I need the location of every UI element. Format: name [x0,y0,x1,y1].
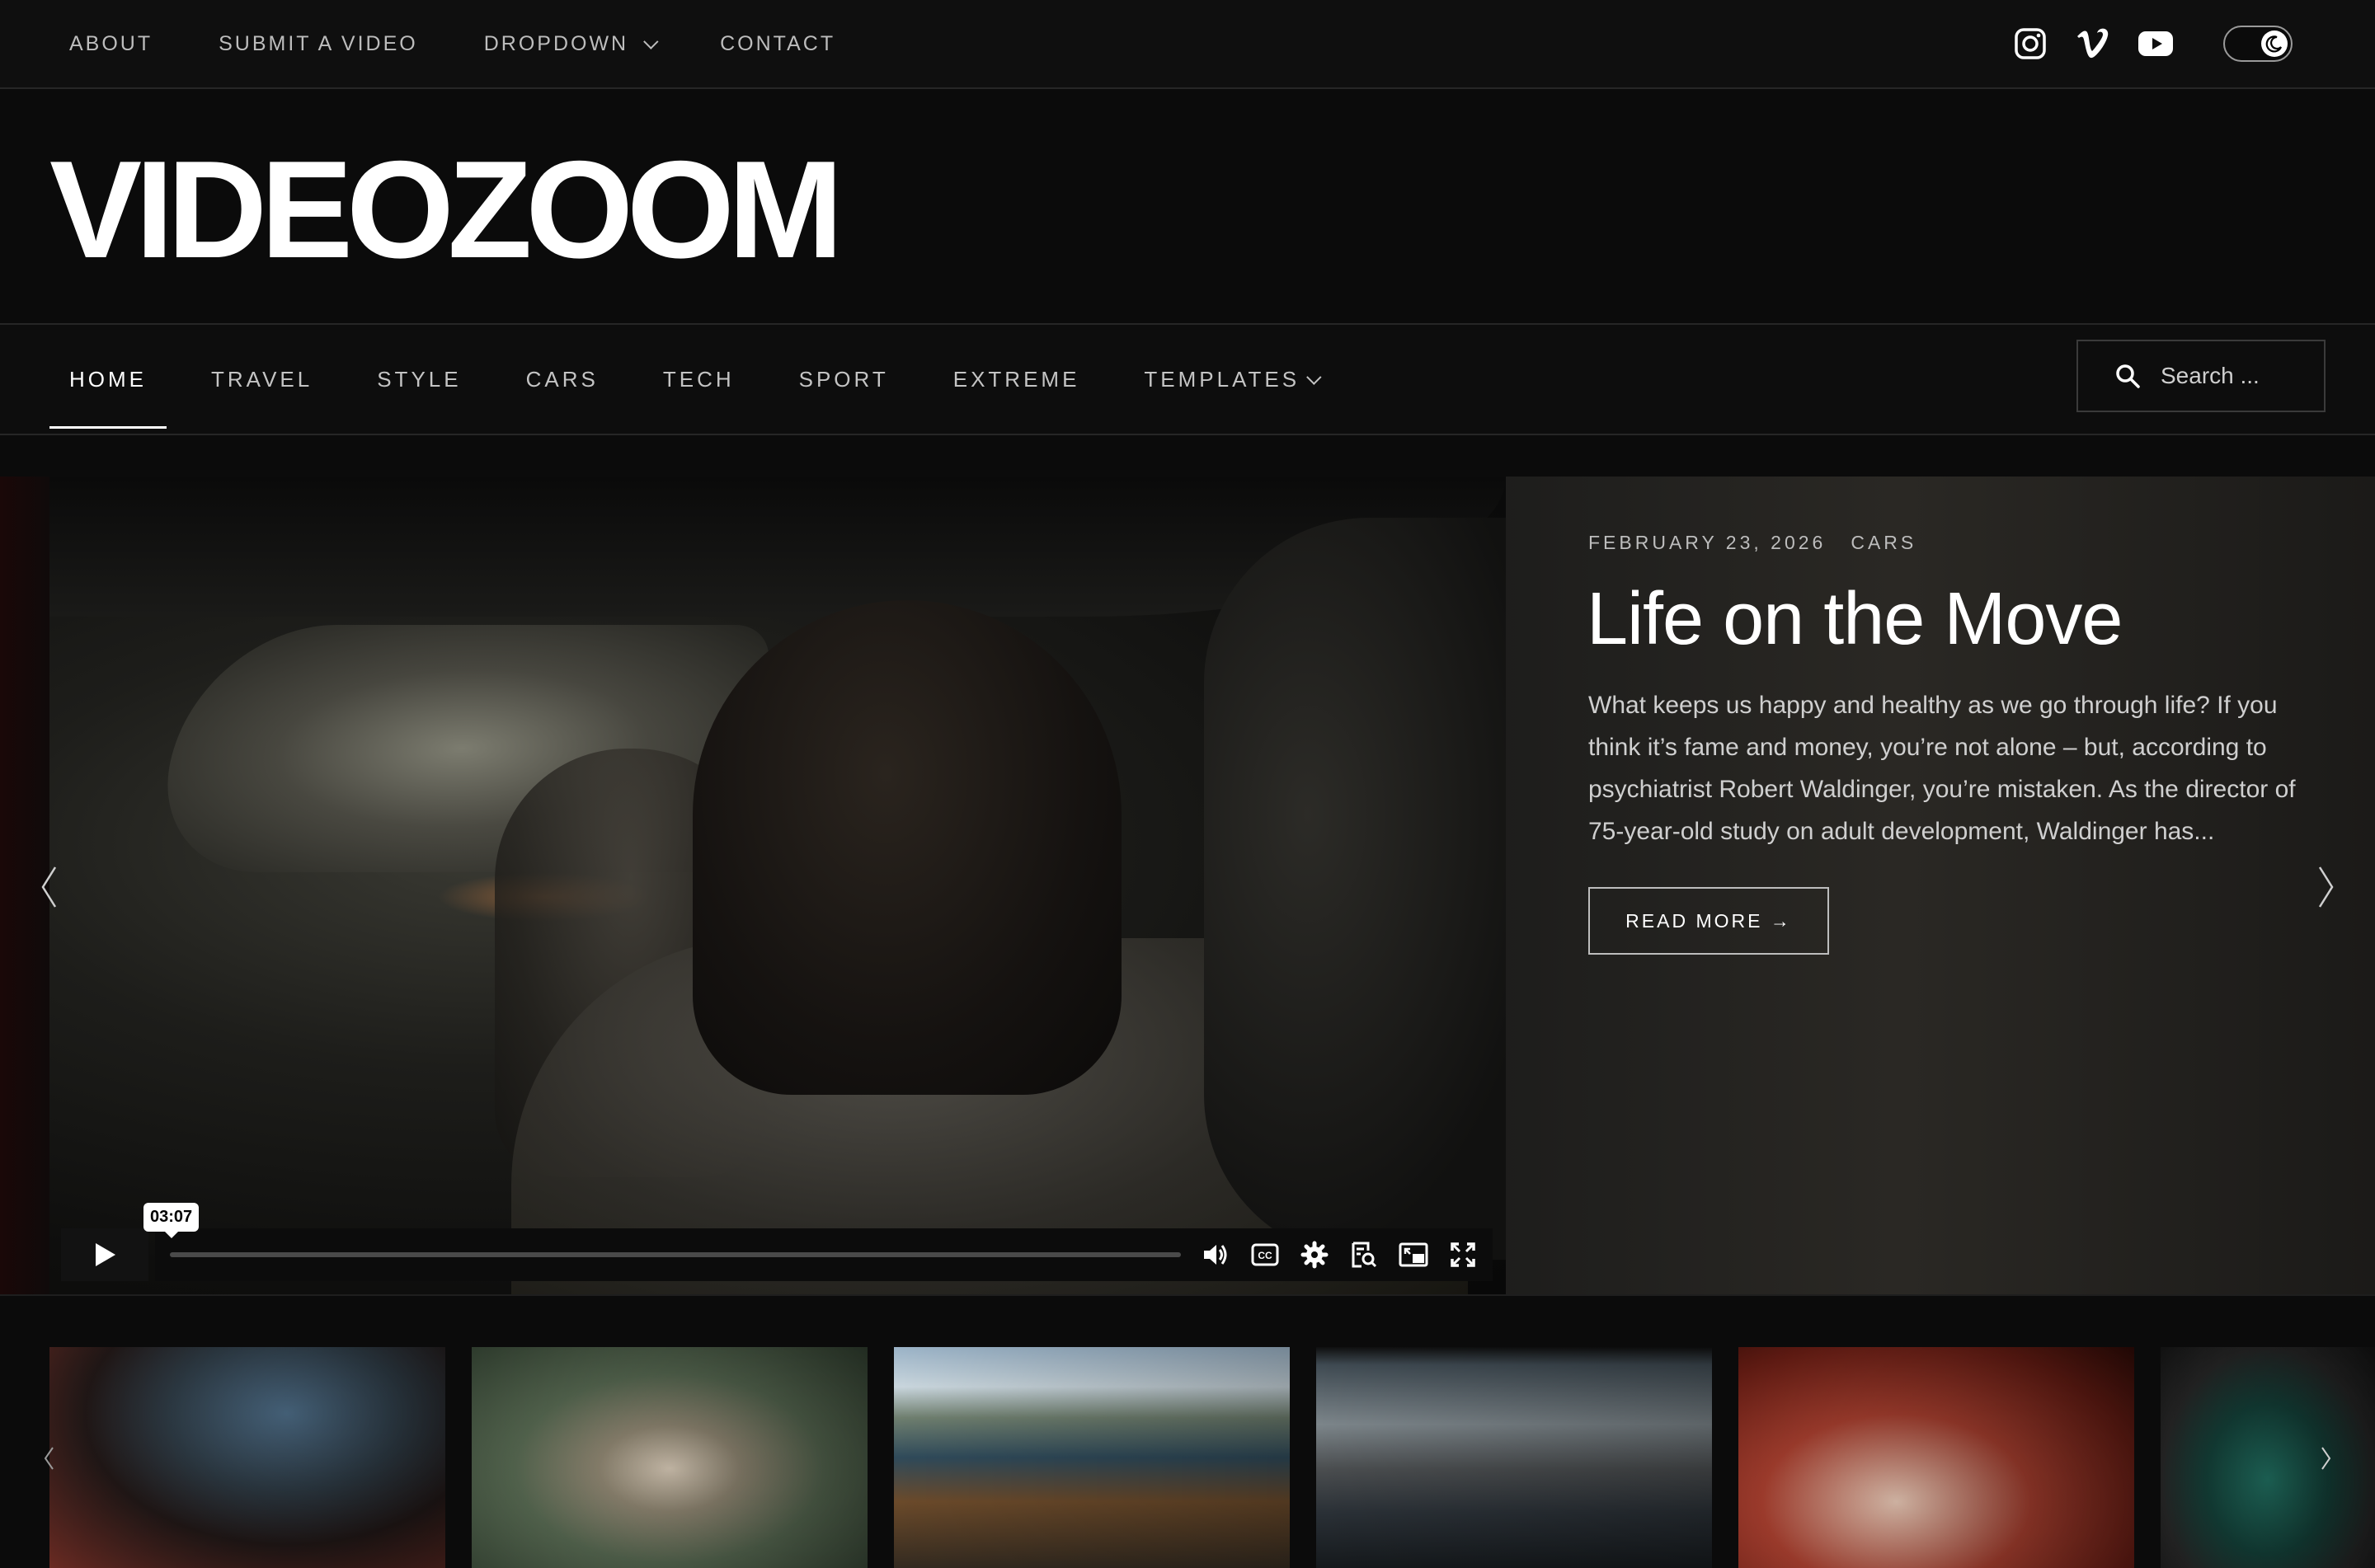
hero-date: FEBRUARY 23, 2026 [1588,532,1827,553]
nav-item-cars[interactable]: CARS [506,325,618,434]
hero-meta: FEBRUARY 23, 2026 CARS [1588,532,1916,554]
transcript-search-icon[interactable] [1349,1240,1379,1270]
hero-title[interactable]: Life on the Move [1587,577,2123,662]
video-frame-seat [1204,518,1506,1260]
top-nav-submit-video[interactable]: SUBMIT A VIDEO [219,32,418,56]
top-nav-about-label: ABOUT [69,31,153,55]
social-links [1986,0,2375,87]
nav-item-label: EXTREME [952,366,1080,392]
search-icon [2116,364,2140,388]
thumbnail-shade [1738,1347,2134,1568]
top-nav: ABOUT SUBMIT A VIDEO DROPDOWN CONTACT [69,0,901,87]
video-thumbnail[interactable] [472,1347,868,1568]
player-controls: 03:07 CC [61,1203,1493,1281]
top-nav-contact[interactable]: CONTACT [720,32,835,56]
thumbnail-strip [0,1294,2375,1568]
player-bar: 03:07 CC [143,1203,1493,1281]
captions-icon[interactable]: CC [1250,1240,1280,1270]
nav-item-label: TRAVEL [211,366,313,392]
nav-item-label: CARS [525,366,599,392]
top-bar: ABOUT SUBMIT A VIDEO DROPDOWN CONTACT [0,0,2375,89]
slider-prev-arrow-icon[interactable] [40,866,58,908]
nav-item-travel[interactable]: TRAVEL [191,325,332,434]
nav-item-home[interactable]: HOME [49,325,167,434]
play-button[interactable] [61,1228,148,1281]
video-thumbnail[interactable] [1738,1347,2134,1568]
nav-item-tech[interactable]: TECH [643,325,755,434]
video-frame-driver [693,600,1122,1095]
brand-header: VIDEOZOOM [0,89,2375,325]
svg-text:CC: CC [1258,1250,1272,1261]
nav-item-label: TECH [662,366,735,392]
chevron-down-icon [1306,369,1322,385]
video-player[interactable]: 03:07 CC [49,477,1506,1294]
vimeo-icon[interactable] [2075,26,2111,62]
video-thumbnail[interactable] [2161,1347,2375,1568]
read-more-button[interactable]: READ MORE → [1588,887,1829,955]
search-input[interactable]: Search ... [2161,363,2260,389]
thumbnail-shade [472,1347,868,1568]
thumbs-next-arrow-icon[interactable] [2321,1446,2332,1471]
thumbnail-shade [49,1347,445,1568]
top-nav-submit-video-label: SUBMIT A VIDEO [219,31,418,55]
nav-item-sport[interactable]: SPORT [779,325,909,434]
moon-icon [2261,31,2288,57]
dark-mode-toggle[interactable] [2223,26,2293,62]
instagram-icon[interactable] [2012,26,2048,62]
top-nav-about[interactable]: ABOUT [69,32,153,56]
thumbnail-shade [2161,1347,2375,1568]
progress-track[interactable]: 03:07 [143,1203,1181,1257]
youtube-icon[interactable] [2138,26,2174,62]
nav-item-label: STYLE [377,366,462,392]
picture-in-picture-icon[interactable] [1399,1240,1428,1270]
top-nav-dropdown[interactable]: DROPDOWN [483,31,659,56]
volume-icon[interactable] [1201,1240,1230,1270]
nav-item-templates[interactable]: TEMPLATES [1124,325,1337,434]
top-nav-dropdown-label: DROPDOWN [483,31,629,55]
site-logo[interactable]: VIDEOZOOM [49,140,844,279]
video-thumbnail[interactable] [1316,1347,1712,1568]
main-nav: HOME TRAVEL STYLE CARS TECH SPORT EXTREM… [0,325,2375,435]
hero-excerpt: What keeps us happy and healthy as we go… [1588,692,2296,845]
nav-item-label: SPORT [798,366,889,392]
slider-next-arrow-icon[interactable] [2317,866,2335,908]
nav-item-style[interactable]: STYLE [357,325,481,434]
thumbnail-shade [894,1347,1290,1568]
main-menu: HOME TRAVEL STYLE CARS TECH SPORT EXTREM… [49,325,1362,434]
nav-item-extreme[interactable]: EXTREME [934,325,1100,434]
video-thumbnail[interactable] [49,1347,445,1568]
fullscreen-icon[interactable] [1448,1240,1478,1270]
nav-item-label: TEMPLATES [1144,366,1300,392]
hero-category[interactable]: CARS [1851,532,1916,554]
thumbs-prev-arrow-icon[interactable] [43,1446,54,1471]
time-tooltip: 03:07 [143,1203,200,1238]
play-icon [96,1243,115,1266]
thumbnail-shade [1316,1347,1712,1568]
chevron-down-icon [643,33,659,49]
video-thumbnail[interactable] [894,1347,1290,1568]
search-box[interactable]: Search ... [2076,340,2326,412]
settings-gear-icon[interactable] [1300,1240,1329,1270]
nav-item-label: HOME [69,366,147,392]
top-nav-contact-label: CONTACT [720,31,836,55]
